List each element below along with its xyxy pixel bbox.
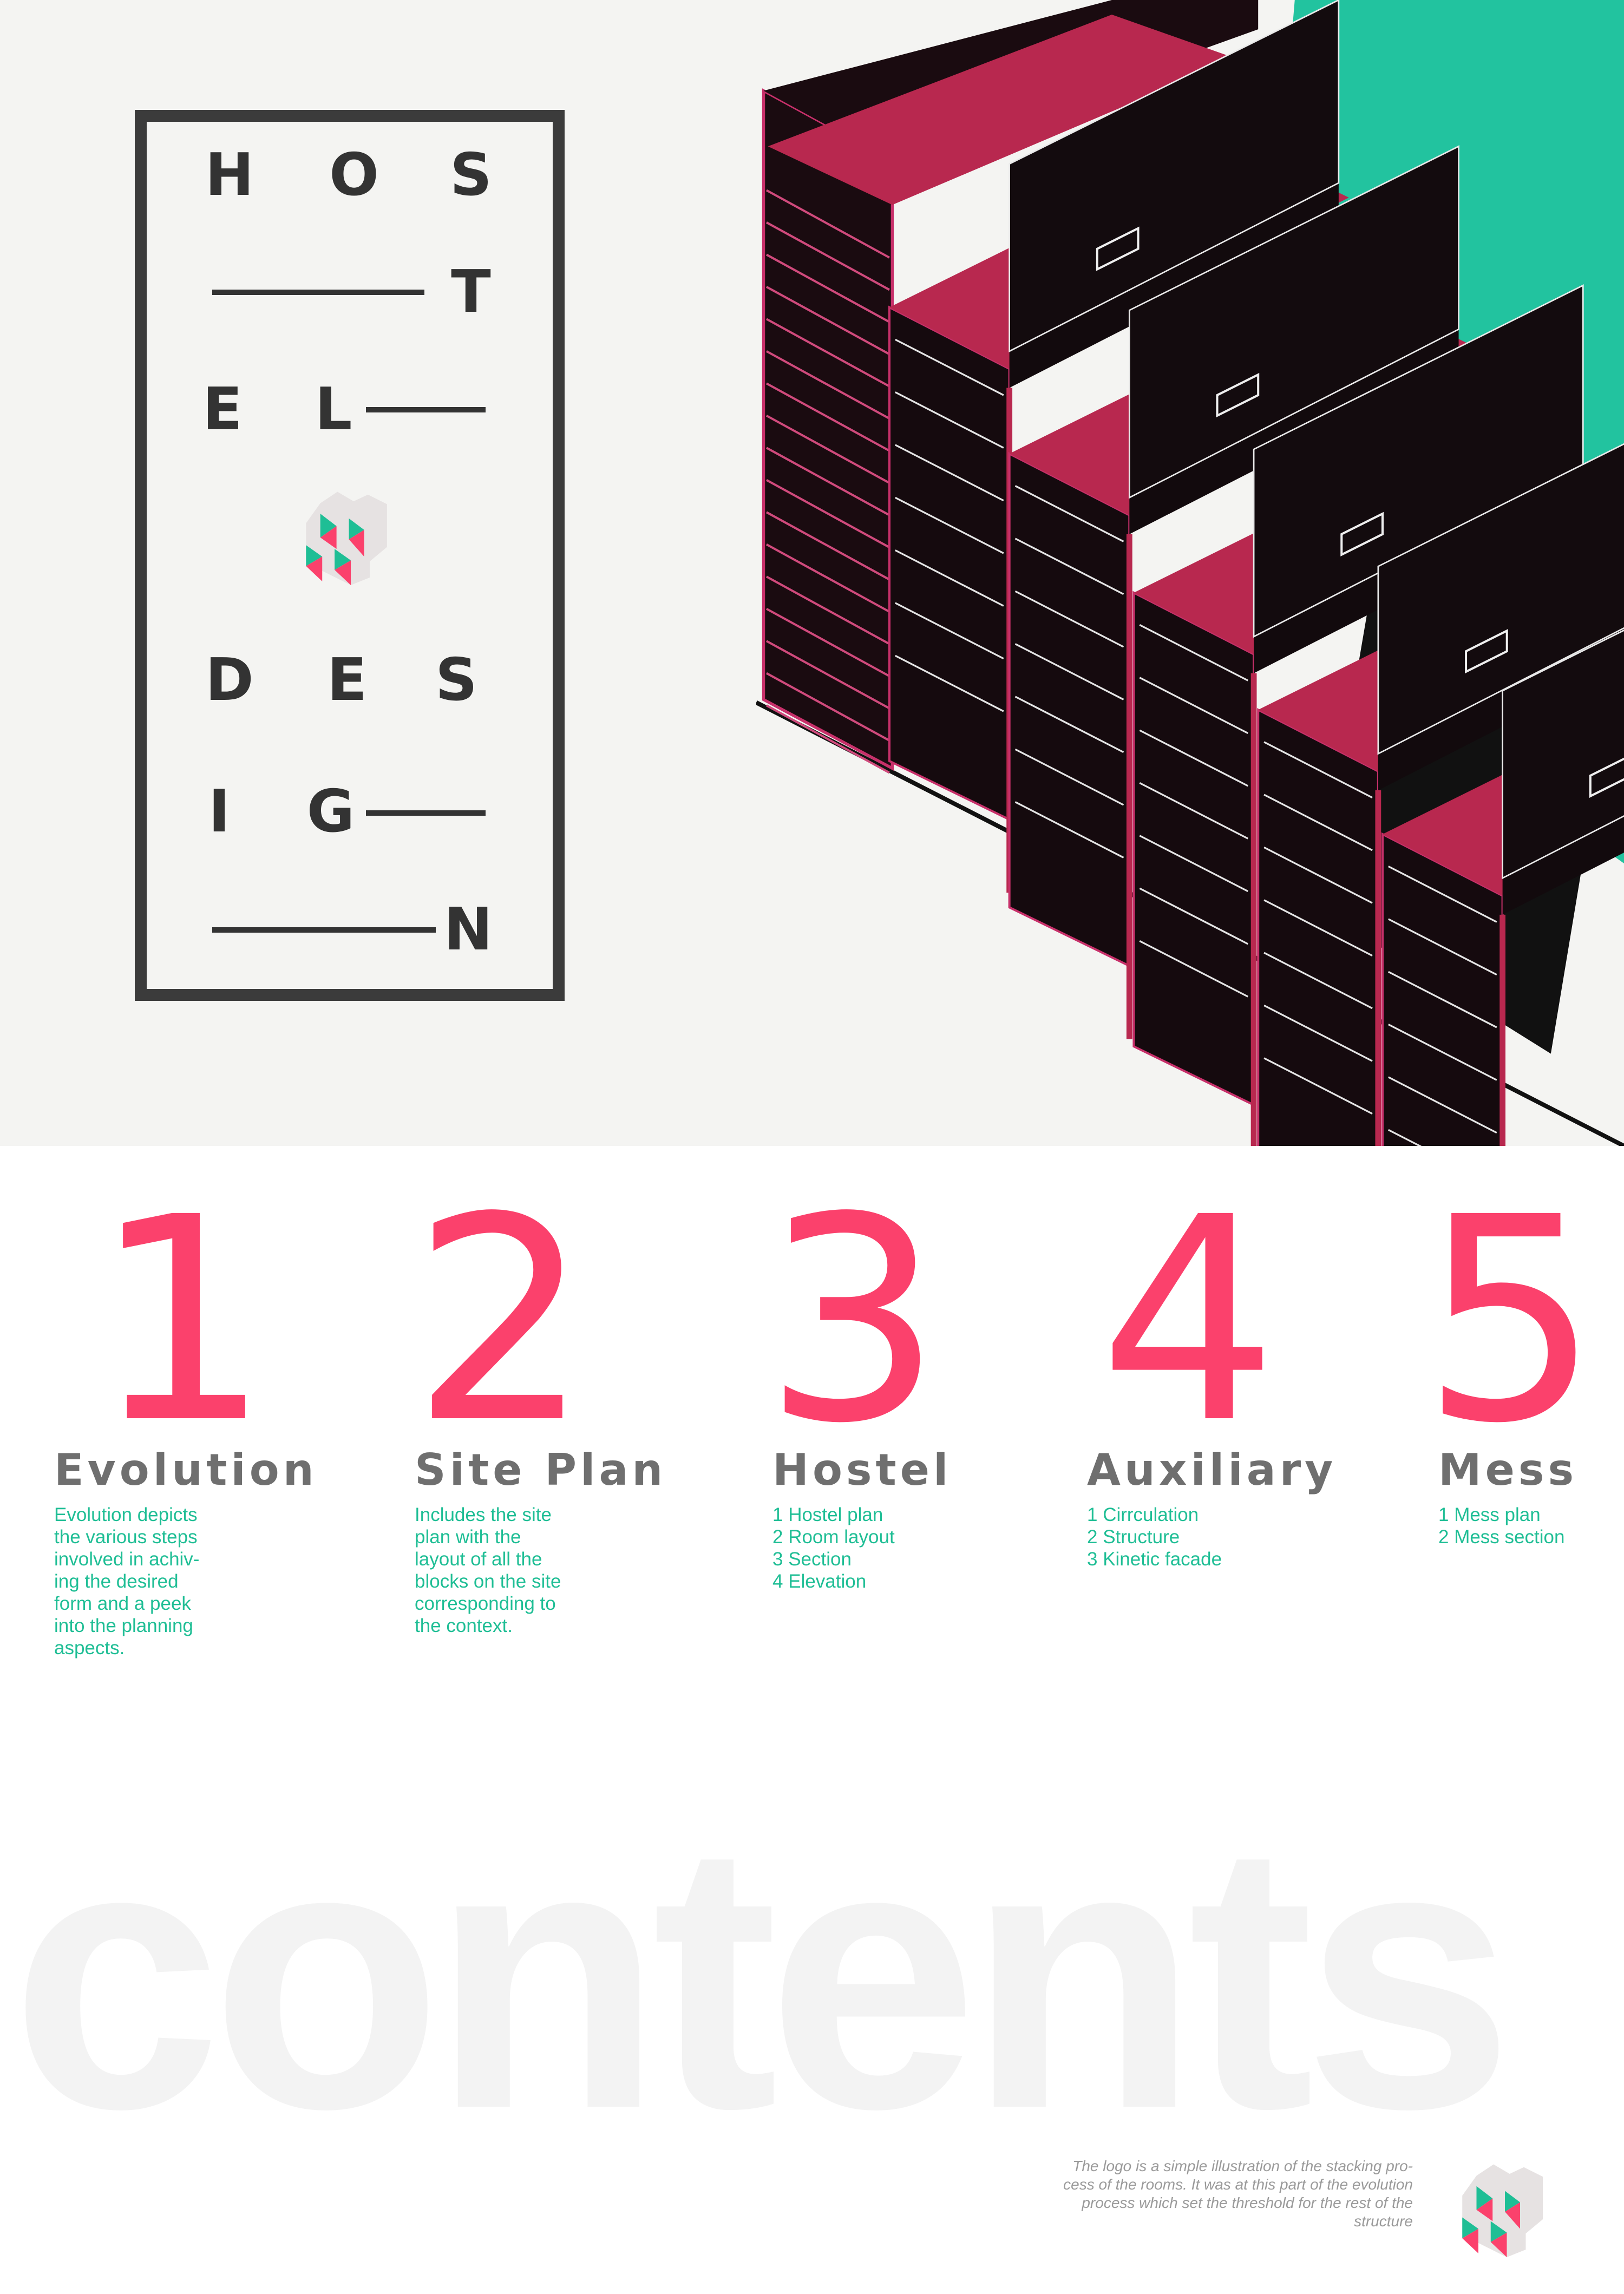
- section-list-item: 2 Structure: [1087, 1526, 1180, 1548]
- stacked-rooms-logo-icon-small: [1462, 2164, 1543, 2257]
- section-site-plan[interactable]: Site Plan Includes the site plan with th…: [415, 1446, 718, 1637]
- section-heading: Mess: [1438, 1445, 1578, 1495]
- section-number: 1: [92, 1157, 271, 1485]
- section-list-item: 1 Hostel plan: [772, 1504, 883, 1525]
- section-number: 4: [1099, 1157, 1278, 1485]
- section-mess[interactable]: Mess 1 Mess plan 2 Mess section: [1438, 1446, 1617, 1548]
- title-letter: N: [443, 896, 493, 964]
- caption-line: The logo is a simple illustration of the…: [1072, 2158, 1413, 2174]
- background-word-contents: contents: [11, 1764, 1514, 2187]
- module-facade: [1132, 591, 1255, 1107]
- title-letter: E: [202, 376, 243, 443]
- title-letter: S: [435, 646, 477, 714]
- section-text-line: Evolution depicts: [54, 1504, 198, 1525]
- section-list-item: 3 Kinetic facade: [1087, 1549, 1222, 1570]
- section-list-item: 4 Elevation: [772, 1571, 867, 1592]
- section-number: 5: [1421, 1157, 1600, 1485]
- title-rule: [212, 290, 424, 295]
- section-text-line: ing the desired: [54, 1571, 179, 1592]
- section-auxiliary[interactable]: Auxiliary 1 Cirrculation 2 Structure 3 K…: [1087, 1446, 1390, 1570]
- section-text-line: the various steps: [54, 1526, 198, 1548]
- section-list-item: 1 Cirrculation: [1087, 1504, 1199, 1525]
- module-facade: [888, 305, 1011, 822]
- caption-line: structure: [1354, 2213, 1413, 2230]
- section-text-line: involved in achiv-: [54, 1549, 200, 1570]
- section-heading: Hostel: [772, 1445, 952, 1495]
- section-list-item: 2 Mess section: [1438, 1526, 1565, 1548]
- section-list-item: 2 Room layout: [772, 1526, 895, 1548]
- section-text-line: corresponding to: [415, 1593, 556, 1614]
- stacked-rooms-logo-icon: [306, 491, 387, 585]
- section-text-line: into the planning: [54, 1615, 193, 1636]
- section-text-line: blocks on the site: [415, 1571, 561, 1592]
- caption-line: cess of the rooms. It was at this part o…: [1063, 2176, 1413, 2193]
- section-text-line: layout of all the: [415, 1549, 542, 1570]
- title-letter: L: [315, 376, 352, 443]
- module-facade: [1008, 451, 1131, 968]
- section-hostel[interactable]: Hostel 1 Hostel plan 2 Room layout 3 Sec…: [772, 1446, 1076, 1592]
- section-heading: Auxiliary: [1087, 1445, 1337, 1495]
- section-text-line: plan with the: [415, 1526, 521, 1548]
- title-letter: I: [208, 778, 231, 845]
- hostel-isometric-illustration: [756, 0, 1624, 1146]
- section-heading: Evolution: [54, 1445, 318, 1495]
- section-evolution[interactable]: Evolution Evolution depicts the various …: [54, 1446, 357, 1659]
- section-text-line: the context.: [415, 1615, 513, 1636]
- section-heading: Site Plan: [415, 1445, 667, 1495]
- section-number: 2: [411, 1157, 591, 1485]
- title-letter: S: [450, 141, 492, 209]
- title-rule: [212, 927, 436, 933]
- section-text-line: Includes the site: [415, 1504, 552, 1525]
- title-letter: G: [306, 778, 355, 845]
- section-number: 3: [763, 1157, 942, 1485]
- caption-line: process which set the threshold for the …: [1082, 2194, 1413, 2211]
- section-text-line: aspects.: [54, 1637, 125, 1659]
- section-text-line: form and a peek: [54, 1593, 191, 1614]
- section-list-item: 3 Section: [772, 1549, 852, 1570]
- title-letter: T: [451, 258, 491, 326]
- title-rule: [366, 407, 486, 412]
- title-letter: D: [205, 646, 254, 714]
- logo-caption: The logo is a simple illustration of the…: [974, 2157, 1413, 2231]
- title-rule: [366, 810, 486, 816]
- title-letter: H: [205, 141, 254, 209]
- section-list-item: 1 Mess plan: [1438, 1504, 1541, 1525]
- title-letter: O: [329, 141, 379, 209]
- title-letter: E: [327, 646, 367, 714]
